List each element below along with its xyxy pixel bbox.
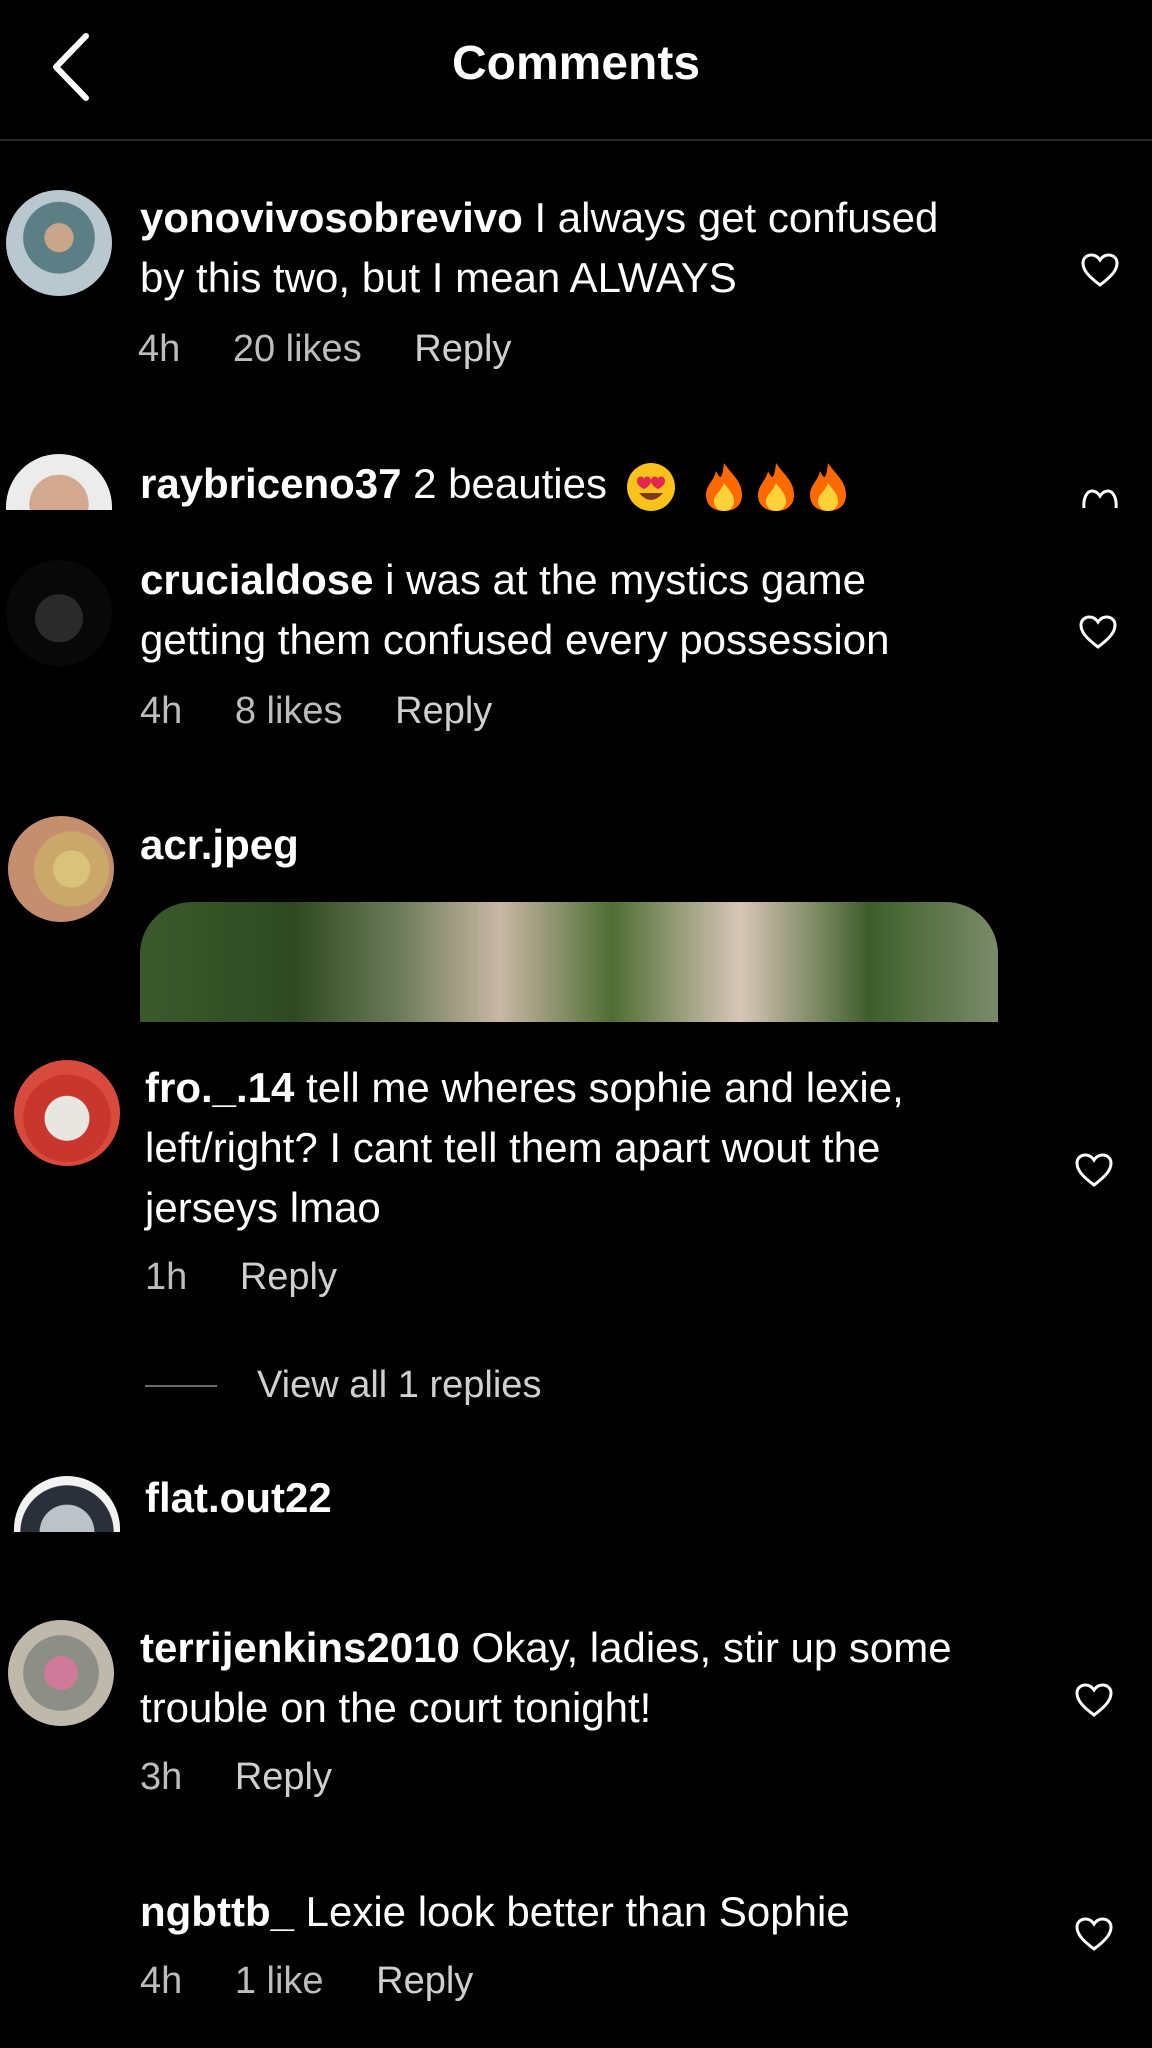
avatar[interactable] (6, 190, 112, 296)
comment-text-line: left/right? I cant tell them apart wout … (145, 1124, 881, 1171)
comment-text: crucialdose i was at the mystics game (140, 556, 866, 603)
comment-time: 4h (140, 690, 183, 732)
comment-time: 1h (145, 1256, 188, 1298)
comment-username[interactable]: fro._.14 (145, 1064, 294, 1111)
comment-text-line: getting them confused every possession (140, 616, 890, 663)
comment-username[interactable]: ngbttb_ (140, 1888, 294, 1935)
header: Comments (0, 0, 1152, 141)
reply-button[interactable]: Reply (376, 1960, 473, 2002)
comment-username[interactable]: flat.out22 (145, 1468, 332, 1528)
comment-text: yonovivosobrevivo I always get confused (140, 194, 939, 241)
view-replies-button[interactable]: View all 1 replies (257, 1364, 541, 1407)
comment-meta: 1h Reply (145, 1256, 379, 1299)
avatar[interactable] (14, 1060, 120, 1166)
avatar[interactable] (8, 816, 114, 922)
comment-media-image[interactable] (140, 902, 998, 1022)
heart-icon[interactable] (1078, 614, 1118, 650)
page-title: Comments (451, 37, 701, 90)
reply-button[interactable]: Reply (235, 1756, 332, 1798)
reply-button[interactable]: Reply (240, 1256, 337, 1298)
heart-icon[interactable] (1080, 488, 1120, 508)
comment-username[interactable]: raybriceno37 (140, 460, 401, 507)
fire-emoji (706, 462, 847, 511)
comment-username[interactable]: terrijenkins2010 (140, 1624, 460, 1671)
likes-count[interactable]: 20 likes (233, 328, 362, 370)
comment-text-line: by this two, but I mean ALWAYS (140, 254, 737, 301)
comment-text: terrijenkins2010 Okay, ladies, stir up s… (140, 1624, 952, 1671)
comment-text-line: jerseys lmao (145, 1184, 381, 1231)
likes-count[interactable]: 8 likes (235, 690, 343, 732)
comment-time: 4h (140, 1960, 183, 2002)
heart-icon[interactable] (1074, 1916, 1114, 1952)
comment-text: ngbttb_ Lexie look better than Sophie (140, 1888, 850, 1935)
comment-meta: 4h 1 like Reply (140, 1960, 515, 2003)
comment-text-line: trouble on the court tonight! (140, 1684, 652, 1731)
avatar[interactable] (6, 560, 112, 666)
reply-button[interactable]: Reply (395, 690, 492, 732)
heart-eyes-emoji (626, 462, 675, 511)
heart-icon[interactable] (1080, 252, 1120, 288)
heart-icon[interactable] (1074, 1682, 1114, 1718)
comment-time: 4h (138, 328, 181, 370)
heart-icon[interactable] (1074, 1152, 1114, 1188)
avatar[interactable] (6, 454, 112, 510)
comment-meta: 3h Reply (140, 1756, 374, 1799)
comment-meta: 4h 20 likes Reply (138, 328, 553, 371)
comment-username[interactable]: acr.jpeg (140, 815, 299, 875)
comment-text: raybriceno37 2 beauties (140, 454, 852, 514)
avatar[interactable] (14, 1476, 120, 1532)
likes-count[interactable]: 1 like (235, 1960, 324, 2002)
avatar[interactable] (8, 1620, 114, 1726)
comment-text: fro._.14 tell me wheres sophie and lexie… (145, 1064, 904, 1111)
reply-button[interactable]: Reply (414, 328, 511, 370)
comment-time: 3h (140, 1756, 183, 1798)
comment-meta: 4h 8 likes Reply (140, 690, 534, 733)
comment-username[interactable]: yonovivosobrevivo (140, 194, 523, 241)
replies-divider (145, 1385, 217, 1387)
comment-username[interactable]: crucialdose (140, 556, 373, 603)
